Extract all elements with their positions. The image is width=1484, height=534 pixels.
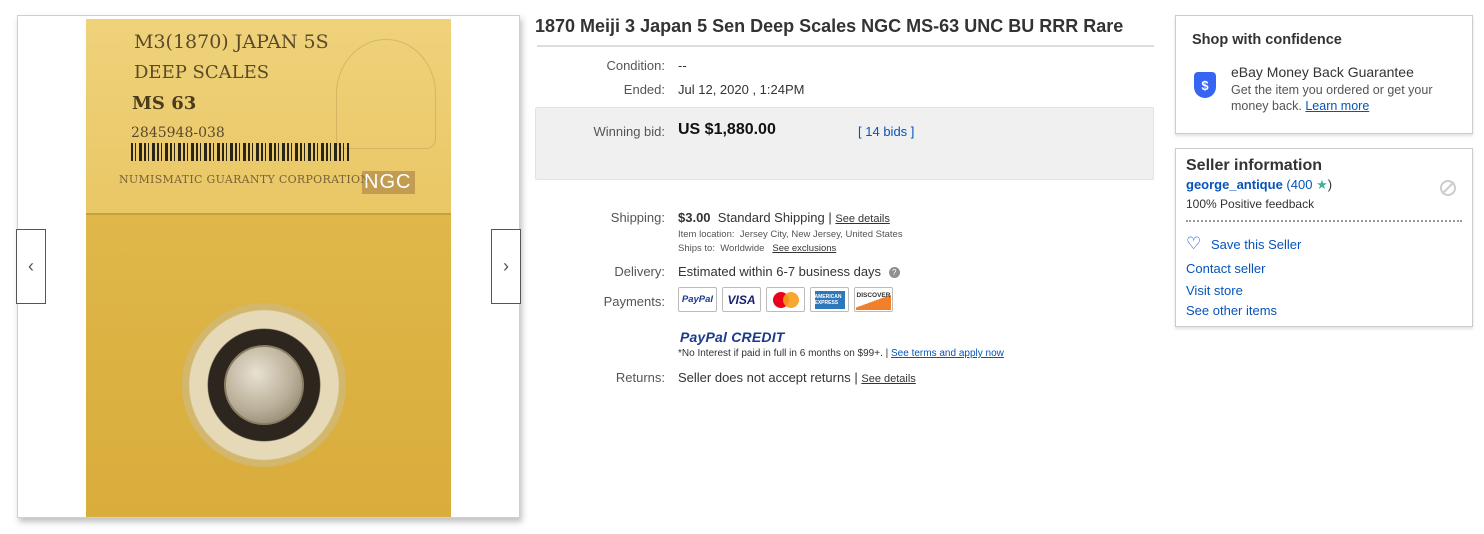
seller-row: george_antique (400 ★) [1186, 177, 1332, 193]
confidence-heading: Shop with confidence [1192, 32, 1342, 48]
paypal-credit-sep: | [885, 348, 889, 359]
amex-logo-text: AMERICAN EXPRESS [814, 290, 845, 309]
help-icon[interactable]: ? [888, 267, 900, 279]
money-back-title: eBay Money Back Guarantee [1231, 64, 1414, 80]
paypal-credit-terms: *No Interest if paid in full in 6 months… [678, 348, 883, 359]
item-location-value: Jersey City, New Jersey, United States [739, 229, 903, 240]
slab-grader: NUMISMATIC GUARANTY CORPORATION [119, 173, 371, 186]
money-back-text: Get the item you ordered or get your mon… [1231, 82, 1461, 114]
shipping-details-link[interactable]: See details [835, 213, 889, 225]
seller-name-link[interactable]: george_antique [1186, 177, 1283, 192]
save-seller-link[interactable]: Save this Seller [1211, 237, 1301, 252]
exclusions-link[interactable]: See exclusions [772, 243, 836, 254]
paypal-credit-brand-b: CREDIT [731, 329, 785, 345]
chevron-left-icon: ‹ [28, 256, 34, 276]
winning-bid-label: Winning bid: [593, 124, 665, 139]
returns-policy: Seller does not accept returns [678, 370, 851, 385]
condition-label: Condition: [606, 58, 665, 73]
returns-details-link[interactable]: See details [861, 373, 915, 385]
paypal-logo-icon: PayPal [678, 287, 717, 312]
paypal-credit-brand-a: PayPal [680, 329, 728, 345]
dotted-divider [1186, 220, 1462, 222]
next-image-button[interactable]: › [491, 229, 521, 304]
coin [224, 345, 304, 425]
visit-store-link[interactable]: Visit store [1186, 283, 1243, 298]
feedback-close: ) [1327, 177, 1333, 192]
image-viewer: M3(1870) JAPAN 5S DEEP SCALES MS 63 2845… [16, 15, 521, 518]
scales-watermark [336, 39, 436, 149]
returns-sep: | [854, 370, 858, 385]
shipping-method: Standard Shipping [717, 210, 825, 225]
learn-more-link[interactable]: Learn more [1305, 99, 1369, 113]
block-icon [1440, 180, 1456, 196]
amex-logo-icon: AMERICAN EXPRESS [810, 287, 849, 312]
star-icon: ★ [1316, 177, 1328, 192]
shield-icon: $ [1194, 72, 1216, 98]
contact-seller-link[interactable]: Contact seller [1186, 261, 1265, 276]
shipping-row: $3.00 Standard Shipping | See details [678, 210, 890, 225]
delivery-row: Estimated within 6-7 business days ? [678, 264, 900, 279]
shipping-sep: | [828, 210, 832, 225]
prev-image-button[interactable]: ‹ [16, 229, 46, 304]
chevron-right-icon: › [503, 256, 509, 276]
seller-information-card: Seller information george_antique (400 ★… [1175, 148, 1473, 327]
barcode [131, 143, 349, 161]
winning-bid-panel [535, 107, 1154, 180]
item-photo[interactable]: M3(1870) JAPAN 5S DEEP SCALES MS 63 2845… [86, 19, 451, 517]
visa-logo-icon: VISA [722, 287, 761, 312]
bids-close-bracket: ] [910, 124, 915, 139]
ended-value: Jul 12, 2020 , 1:24PM [678, 82, 805, 97]
returns-row: Seller does not accept returns | See det… [678, 370, 916, 385]
slab-label: M3(1870) JAPAN 5S DEEP SCALES MS 63 2845… [86, 19, 451, 215]
seller-heading: Seller information [1186, 157, 1323, 174]
ships-to-value: Worldwide [720, 243, 765, 254]
heart-icon[interactable]: ♡ [1186, 235, 1202, 252]
slab-label-line1: M3(1870) JAPAN 5S [134, 31, 329, 53]
paypal-credit-note: *No Interest if paid in full in 6 months… [678, 348, 1004, 359]
item-location-label: Item location: [678, 229, 735, 240]
slab-cert-number: 2845948-038 [131, 125, 225, 141]
winning-bid-value: US $1,880.00 [678, 121, 776, 138]
title-divider [537, 45, 1154, 47]
slab-label-line2: DEEP SCALES [134, 62, 270, 83]
discover-logo-text: DISCOVER [856, 289, 891, 310]
condition-value: -- [678, 58, 687, 73]
delivery-label: Delivery: [614, 264, 665, 279]
mastercard-logo-icon [766, 287, 805, 312]
paypal-credit-apply-link[interactable]: See terms and apply now [891, 348, 1004, 359]
shipping-label: Shipping: [610, 210, 665, 225]
payment-logos: PayPal VISA AMERICAN EXPRESS DISCOVER [678, 287, 893, 312]
bid-history: [ 14 bids ] [858, 124, 914, 139]
shipping-cost: $3.00 [678, 210, 711, 225]
ngc-logo: NGC [362, 171, 416, 194]
ships-to-label: Ships to: [678, 243, 715, 254]
bid-count-link[interactable]: 14 bids [865, 124, 907, 139]
other-items-link[interactable]: See other items [1186, 303, 1277, 318]
feedback-score-link[interactable]: 400 [1291, 177, 1313, 192]
ships-to: Ships to: Worldwide See exclusions [678, 243, 836, 254]
item-location: Item location: Jersey City, New Jersey, … [678, 229, 903, 240]
returns-label: Returns: [615, 370, 665, 385]
bids-open-bracket: [ [858, 124, 862, 139]
listing-title: 1870 Meiji 3 Japan 5 Sen Deep Scales NGC… [535, 16, 1124, 36]
ended-label: Ended: [623, 82, 665, 97]
paypal-credit-logo: PayPal CREDIT [680, 329, 785, 345]
discover-logo-icon: DISCOVER [854, 287, 893, 312]
slab-grade: MS 63 [132, 93, 197, 114]
delivery-estimate: Estimated within 6-7 business days [678, 264, 882, 279]
payments-label: Payments: [603, 294, 665, 309]
shop-with-confidence-card: Shop with confidence $ eBay Money Back G… [1175, 15, 1473, 134]
coin-holder [182, 303, 346, 467]
positive-feedback: 100% Positive feedback [1186, 197, 1315, 211]
